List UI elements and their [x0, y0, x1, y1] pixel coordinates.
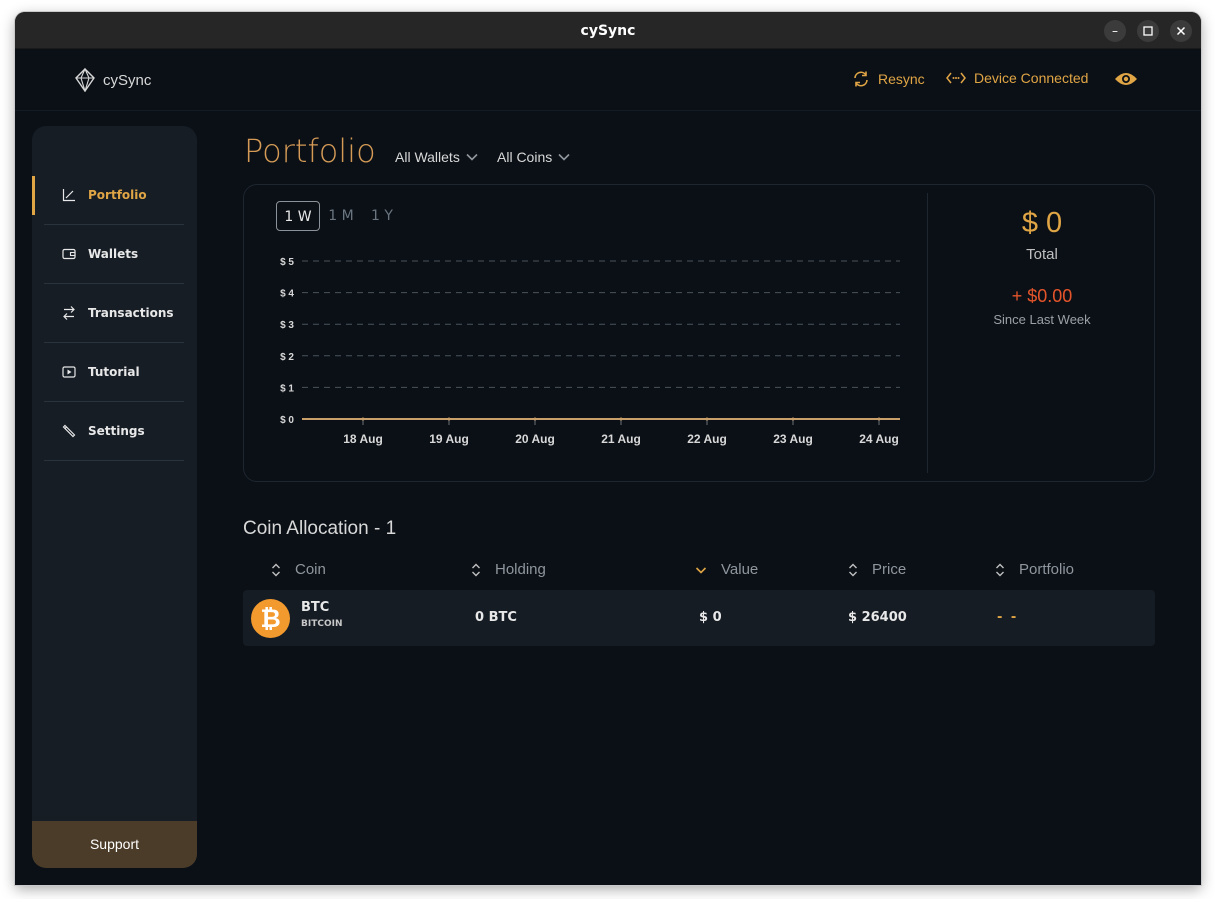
brand: cySync — [75, 68, 151, 92]
wallet-filter-label: All Wallets — [395, 149, 460, 165]
sort-icon — [996, 563, 1004, 576]
column-header-label: Portfolio — [1019, 561, 1075, 578]
window-title: cySync — [580, 23, 636, 39]
sort-descending-icon — [695, 566, 707, 574]
coin-name: BITCOIN — [301, 619, 343, 629]
range-1y-button[interactable]: 1 Y — [365, 201, 399, 231]
column-header-portfolio[interactable]: Portfolio — [995, 561, 1074, 578]
coin-value: $ 0 — [699, 610, 722, 625]
y-tick-label: $ 1 — [280, 383, 294, 394]
data-point — [705, 417, 709, 421]
visibility-toggle[interactable] — [1114, 71, 1138, 87]
chevron-down-icon — [466, 153, 478, 161]
column-header-label: Coin — [295, 561, 326, 578]
data-point — [447, 417, 451, 421]
x-tick-label: 23 Aug — [773, 432, 813, 446]
x-tick-label: 19 Aug — [429, 432, 469, 446]
sidebar-item-tutorial[interactable]: Tutorial — [44, 343, 184, 402]
total-value: $ 0 — [1021, 207, 1063, 239]
portfolio-chart-card: 1 W 1 M 1 Y $ 0 $ 1 $ 2 $ 3 $ 4 $ 5 18 Aug 19 A… — [243, 184, 1155, 482]
brand-name: cySync — [103, 71, 152, 89]
close-button[interactable] — [1170, 20, 1192, 42]
sidebar-item-label: Tutorial — [88, 365, 140, 379]
x-tick-label: 21 Aug — [601, 432, 641, 446]
resync-label: Resync — [878, 71, 925, 87]
support-button[interactable]: Support — [32, 821, 197, 868]
close-icon — [1176, 26, 1186, 36]
sidebar-item-transactions[interactable]: Transactions — [44, 284, 184, 343]
coin-holding: 0 BTC — [475, 610, 517, 625]
change-value: + $0.00 — [1011, 286, 1073, 306]
page-title: Portfolio — [244, 132, 376, 170]
data-point — [619, 417, 623, 421]
app-header: cySync Resync Device Connected — [15, 49, 1201, 111]
column-header-label: Value — [721, 561, 759, 578]
sort-icon — [849, 563, 857, 576]
device-status-label: Device Connected — [974, 70, 1089, 86]
column-header-value[interactable]: Value — [695, 561, 758, 578]
x-tick-label: 24 Aug — [859, 432, 899, 446]
column-header-price[interactable]: Price — [848, 561, 906, 578]
sidebar-item-label: Portfolio — [88, 188, 147, 202]
chevron-down-icon — [558, 153, 570, 161]
chart-icon — [62, 189, 75, 202]
resync-button[interactable]: Resync — [852, 70, 925, 88]
device-connected-icon — [946, 72, 966, 84]
coin-filter-label: All Coins — [497, 149, 553, 165]
column-header-coin[interactable]: Coin — [271, 561, 326, 578]
maximize-button[interactable] — [1137, 20, 1159, 42]
y-tick-label: $ 4 — [280, 289, 294, 300]
y-tick-label: $ 2 — [280, 352, 294, 363]
minimize-button[interactable]: – — [1104, 20, 1126, 42]
sidebar-item-label: Wallets — [88, 247, 139, 261]
table-row[interactable]: ₿ BTC BITCOIN 0 BTC $ 0 $ 26400 - - — [243, 590, 1155, 646]
maximize-icon — [1143, 26, 1153, 36]
range-1m-button[interactable]: 1 M — [324, 201, 358, 231]
coin-filter-dropdown[interactable]: All Coins — [497, 149, 570, 165]
x-tick-label: 22 Aug — [687, 432, 727, 446]
device-status: Device Connected — [946, 70, 1088, 86]
data-point — [361, 417, 365, 421]
coin-symbol: BTC — [301, 600, 330, 615]
bitcoin-icon: ₿ — [251, 599, 290, 638]
coin-price: $ 26400 — [848, 610, 907, 625]
svg-text:₿: ₿ — [260, 604, 280, 633]
sort-icon — [472, 563, 480, 576]
data-point — [533, 417, 537, 421]
data-point — [877, 417, 881, 421]
eye-icon — [1115, 73, 1137, 85]
sidebar: Portfolio Wallets Transactions Tutorial — [32, 126, 197, 868]
sidebar-item-settings[interactable]: Settings — [44, 402, 184, 461]
range-1w-button[interactable]: 1 W — [276, 201, 320, 231]
sidebar-item-portfolio[interactable]: Portfolio — [44, 166, 184, 225]
column-header-label: Price — [872, 561, 907, 578]
x-tick-label: 18 Aug — [343, 432, 383, 446]
y-tick-label: $ 3 — [280, 320, 294, 331]
wallet-filter-dropdown[interactable]: All Wallets — [395, 149, 478, 165]
app-window: cySync – cySync Resync Device Connected … — [15, 12, 1201, 885]
portfolio-chart: $ 0 $ 1 $ 2 $ 3 $ 4 $ 5 18 Aug 19 Aug 20 Aug 21 A… — [280, 257, 900, 446]
sidebar-item-label: Settings — [88, 424, 145, 438]
sync-icon — [854, 71, 868, 87]
x-tick-label: 20 Aug — [515, 432, 555, 446]
y-tick-label: $ 5 — [280, 257, 294, 268]
total-label: Total — [1026, 246, 1058, 263]
transfer-icon — [63, 306, 75, 320]
play-icon — [62, 366, 76, 378]
data-point — [791, 417, 795, 421]
allocation-title: Coin Allocation - 1 — [243, 518, 397, 539]
sidebar-item-wallets[interactable]: Wallets — [44, 225, 184, 284]
y-tick-label: $ 0 — [280, 415, 294, 426]
sort-icon — [272, 563, 280, 576]
cysync-logo-icon — [75, 68, 95, 92]
wallet-icon — [62, 248, 76, 260]
wrench-icon — [62, 424, 76, 438]
column-header-label: Holding — [495, 561, 546, 578]
column-header-holding[interactable]: Holding — [471, 561, 546, 578]
sidebar-item-label: Transactions — [88, 306, 174, 320]
active-indicator — [32, 176, 35, 215]
change-label: Since Last Week — [993, 312, 1091, 327]
title-bar: cySync – — [15, 12, 1201, 49]
coin-portfolio-share: - - — [997, 610, 1019, 625]
